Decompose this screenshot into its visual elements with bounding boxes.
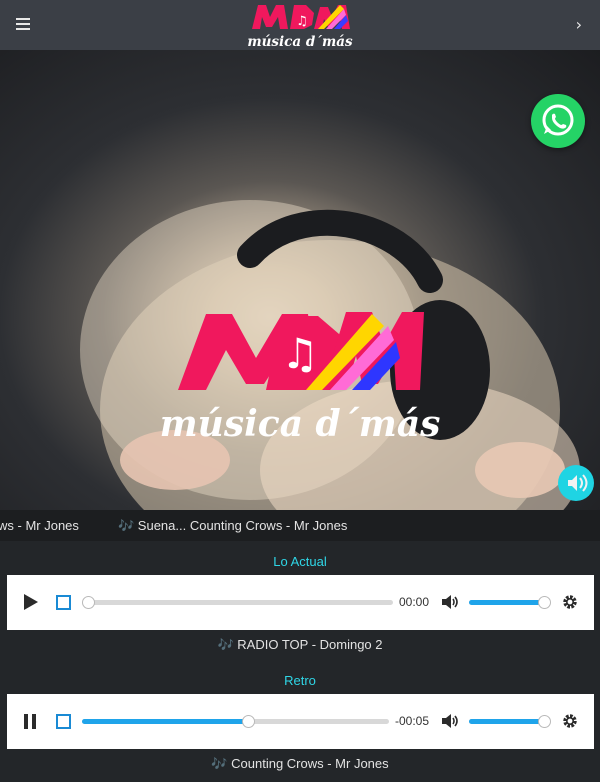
play-icon[interactable] — [23, 593, 39, 615]
volume-bar[interactable] — [469, 596, 551, 609]
progress-fill — [82, 719, 248, 724]
now-playing-retro: 🎶 Counting Crows - Mr Jones — [211, 756, 389, 771]
volume-icon[interactable] — [441, 594, 459, 614]
svg-text:♫: ♫ — [296, 14, 308, 29]
speaker-icon[interactable] — [558, 465, 594, 501]
time-display: 00:00 — [399, 595, 430, 609]
ticker-text-previous: ws - Mr Jones — [0, 518, 79, 533]
volume-bar[interactable] — [469, 715, 551, 728]
logo-tagline-small: música d´más — [247, 34, 353, 50]
chevron-right-icon[interactable]: › — [576, 15, 582, 34]
svg-text:♫: ♫ — [281, 329, 319, 378]
settings-gear-icon[interactable] — [562, 713, 578, 733]
progress-handle[interactable] — [241, 715, 255, 728]
stop-icon[interactable] — [56, 595, 71, 614]
now-playing-lo-actual: 🎶 RADIO TOP - Domingo 2 — [217, 637, 383, 652]
volume-fill — [469, 719, 544, 724]
volume-handle[interactable] — [538, 715, 551, 728]
top-bar: ♫ música d´más › — [0, 0, 600, 50]
ticker-text: 🎶 Suena... Counting Crows - Mr Jones — [118, 518, 348, 533]
hero-logo-tagline: música d´más — [160, 403, 441, 445]
hero-photo: ♫ música d´más — [80, 200, 580, 510]
volume-handle[interactable] — [538, 596, 551, 609]
progress-bar[interactable] — [82, 715, 389, 728]
player-title-lo-actual: Lo Actual — [273, 554, 327, 569]
site-logo[interactable]: ♫ música d´más — [244, 1, 356, 51]
volume-fill — [469, 600, 544, 605]
progress-bar[interactable] — [82, 596, 393, 609]
volume-icon[interactable] — [441, 713, 459, 733]
hamburger-menu-icon[interactable] — [16, 18, 30, 30]
now-playing-ticker: ws - Mr Jones 🎶 Suena... Counting Crows … — [0, 510, 600, 541]
whatsapp-icon[interactable] — [531, 94, 585, 148]
audio-player-lo-actual: 00:00 — [7, 575, 594, 630]
audio-player-retro: -00:05 — [7, 694, 594, 749]
settings-gear-icon[interactable] — [562, 594, 578, 614]
time-display: -00:05 — [395, 714, 430, 728]
player-title-retro: Retro — [284, 673, 316, 688]
hero-banner: ♫ música d´más — [0, 50, 600, 510]
progress-handle[interactable] — [82, 596, 95, 609]
stop-icon[interactable] — [56, 714, 71, 733]
pause-icon[interactable] — [23, 714, 37, 733]
